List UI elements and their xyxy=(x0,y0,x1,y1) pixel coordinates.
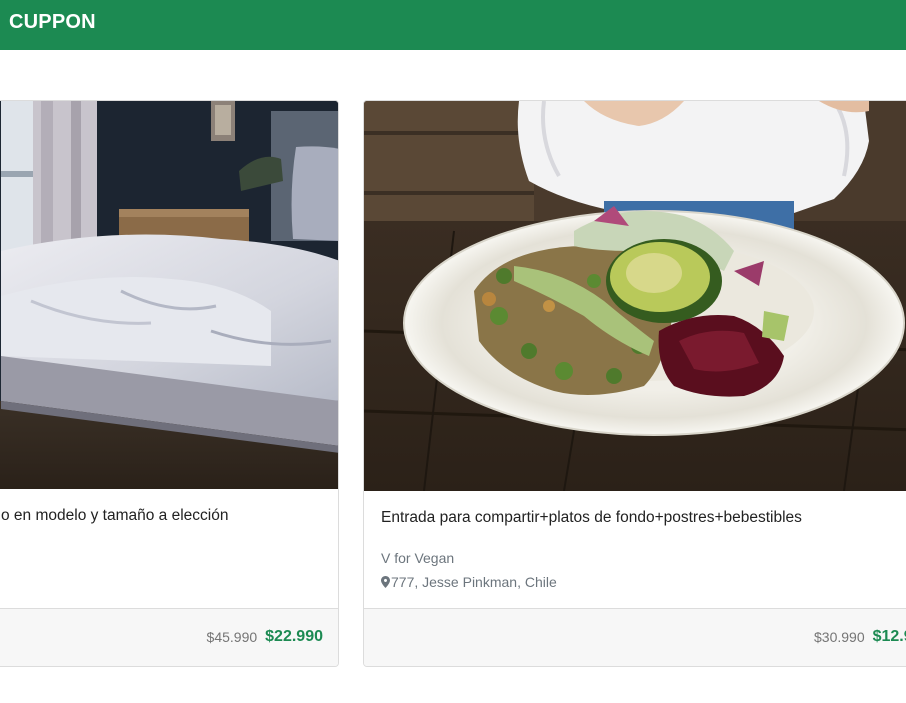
price-group: $30.990 $12.990 xyxy=(814,609,906,665)
deal-footer: $45.990 $22.990 xyxy=(0,608,338,666)
deal-footer: $30.990 $12.990 xyxy=(364,608,906,666)
map-marker-icon xyxy=(381,576,390,588)
navbar: CUPPON xyxy=(0,0,906,50)
vendor-name[interactable]: V for Vegan xyxy=(381,550,454,566)
deal-card[interactable]: o en modelo y tamaño a elección $45.990 … xyxy=(0,100,339,667)
deal-title[interactable]: Entrada para compartir+platos de fondo+p… xyxy=(381,509,802,527)
deal-title[interactable]: o en modelo y tamaño a elección xyxy=(1,507,228,525)
old-price: $45.990 xyxy=(206,629,258,645)
old-price: $30.990 xyxy=(814,629,865,645)
deal-card[interactable]: Entrada para compartir+platos de fondo+p… xyxy=(363,100,906,667)
new-price: $12.990 xyxy=(872,628,906,645)
deal-image-bedroom[interactable] xyxy=(0,101,338,489)
price-group: $45.990 $22.990 xyxy=(207,609,323,665)
vendor-location: 777, Jesse Pinkman, Chile xyxy=(381,574,557,590)
new-price: $22.990 xyxy=(265,628,323,645)
brand-logo[interactable]: CUPPON xyxy=(9,11,96,34)
address: 777, Jesse Pinkman, Chile xyxy=(391,574,557,590)
deal-image-salad[interactable] xyxy=(364,101,906,491)
